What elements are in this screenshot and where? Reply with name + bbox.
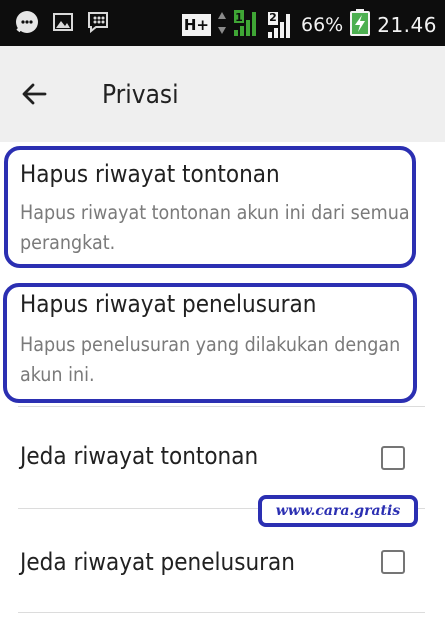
item-description: Hapus penelusuran yang dilakukan dengan … (20, 333, 401, 386)
battery-percent: 66% (301, 14, 344, 36)
back-button[interactable] (14, 76, 54, 116)
item-title: Jeda riwayat tontonan (20, 442, 259, 470)
pause-watch-history-checkbox[interactable] (381, 446, 405, 470)
pause-search-history-checkbox[interactable] (381, 550, 405, 574)
battery-charging-icon (349, 9, 371, 41)
arrow-left-icon (21, 81, 47, 111)
watermark-label: www.cara.gratis (258, 495, 418, 527)
notification-icons (14, 9, 110, 39)
signal-sim2-icon: 2 (267, 10, 295, 40)
system-icons: H+ 1 2 66% 21.46 (181, 8, 437, 42)
divider (18, 612, 425, 613)
network-type-icon: H+ (181, 14, 211, 36)
clear-search-history-item[interactable]: Hapus riwayat penelusuran Hapus penelusu… (0, 276, 445, 406)
clear-watch-history-item[interactable]: Hapus riwayat tontonan Hapus riwayat ton… (0, 142, 445, 274)
status-time: 21.46 (377, 13, 437, 37)
status-bar: H+ 1 2 66% 21.46 (0, 0, 445, 46)
signal-sim1-icon: 1 (233, 8, 261, 42)
divider (18, 406, 425, 407)
data-arrows-icon (217, 10, 227, 40)
sim2-label: 2 (269, 11, 277, 24)
chat-notification-icon (14, 9, 40, 39)
page-title: Privasi (102, 80, 179, 110)
app-bar: Privasi (0, 46, 445, 142)
item-title: Hapus riwayat penelusuran (20, 290, 317, 318)
pause-watch-history-item[interactable]: Jeda riwayat tontonan (0, 408, 445, 508)
image-notification-icon (52, 11, 74, 37)
item-title: Hapus riwayat tontonan (20, 160, 280, 188)
item-description: Hapus riwayat tontonan akun ini dari sem… (20, 201, 410, 254)
item-title: Jeda riwayat penelusuran (20, 548, 295, 576)
bbm-notification-icon (86, 10, 110, 38)
svg-text:1: 1 (235, 11, 243, 24)
